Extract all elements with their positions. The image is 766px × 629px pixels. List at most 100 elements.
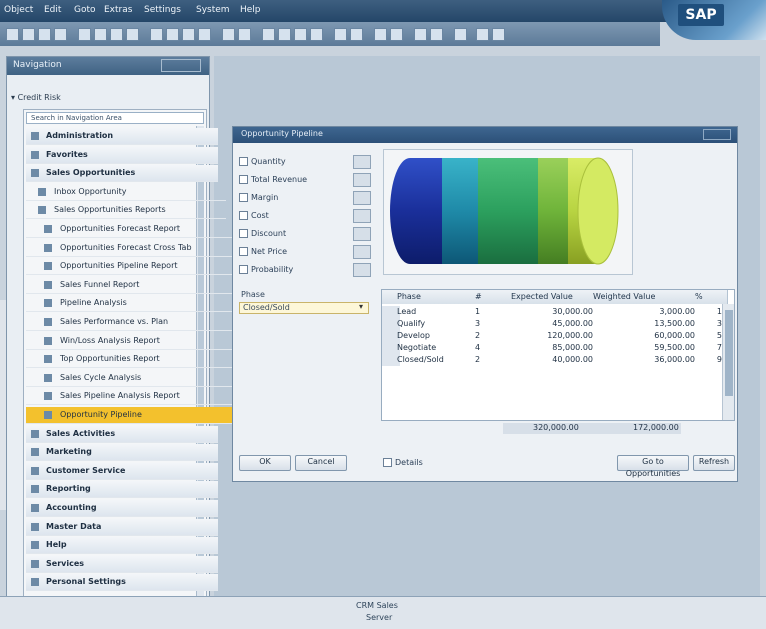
cancel-icon[interactable] <box>78 28 91 41</box>
tree-item[interactable]: Sales Pipeline Analysis Report <box>26 388 232 406</box>
back-icon[interactable] <box>38 28 51 41</box>
move-up-button[interactable] <box>353 191 371 205</box>
checkbox-icon[interactable] <box>239 175 248 184</box>
tree-item[interactable]: Top Opportunities Report <box>26 351 232 369</box>
move-up-button[interactable] <box>353 227 371 241</box>
refresh-icon[interactable] <box>476 28 489 41</box>
customize-icon[interactable] <box>390 28 403 41</box>
tree-item[interactable]: Win/Loss Analysis Report <box>26 333 232 350</box>
option-probability[interactable]: Probability <box>239 265 293 274</box>
menu-system[interactable]: System <box>196 5 230 15</box>
ok-button[interactable]: OK <box>239 455 291 471</box>
tree-item[interactable]: Opportunities Pipeline Report <box>26 258 232 276</box>
menu-settings[interactable]: Settings <box>144 5 181 15</box>
layout-icon[interactable] <box>262 28 275 41</box>
tree-item[interactable]: Opportunities Forecast Report <box>26 221 232 238</box>
option-total-revenue[interactable]: Total Revenue <box>239 175 307 184</box>
tree-item[interactable]: Sales Funnel Report <box>26 277 232 294</box>
column-header[interactable]: Phase <box>394 290 476 304</box>
option-quantity[interactable]: Quantity <box>239 157 286 166</box>
tree-item[interactable]: Pipeline Analysis <box>26 295 232 313</box>
tree-item[interactable]: Personal Settings <box>26 574 218 592</box>
move-up-button[interactable] <box>353 263 371 277</box>
option-net-price[interactable]: Net Price <box>239 247 287 256</box>
go-to-opportunities-button[interactable]: Go to Opportunities <box>617 455 689 478</box>
checkbox-icon[interactable] <box>239 229 248 238</box>
edit-icon[interactable] <box>430 28 443 41</box>
menu-extras[interactable]: Extras <box>104 5 132 15</box>
phase-select[interactable]: Closed/Sold <box>239 302 369 314</box>
shortcut-icon[interactable] <box>238 28 251 41</box>
move-down-button[interactable] <box>353 209 371 223</box>
column-header[interactable]: % <box>692 290 728 304</box>
enter-icon[interactable] <box>6 28 19 41</box>
tree-item[interactable]: Sales Opportunities Reports <box>26 202 226 220</box>
tree-item[interactable]: Sales Performance vs. Plan <box>26 314 232 331</box>
column-header[interactable]: # <box>472 290 512 304</box>
filter-icon[interactable] <box>454 28 467 41</box>
tree-item[interactable]: Help <box>26 537 218 555</box>
scroll-thumb[interactable] <box>725 310 733 396</box>
dialog-close-button[interactable] <box>703 129 731 140</box>
find-icon[interactable] <box>110 28 123 41</box>
export-icon[interactable] <box>310 28 323 41</box>
column-header[interactable]: Weighted Value <box>590 290 696 304</box>
print-icon[interactable] <box>94 28 107 41</box>
first-page-icon[interactable] <box>150 28 163 41</box>
checkbox-icon[interactable] <box>239 157 248 166</box>
checkbox-icon[interactable] <box>239 211 248 220</box>
mail-icon[interactable] <box>414 28 427 41</box>
tree-item[interactable]: Services <box>26 555 218 573</box>
graphic-icon[interactable] <box>294 28 307 41</box>
menu-edit[interactable]: Edit <box>44 5 61 15</box>
option-margin[interactable]: Margin <box>239 193 278 202</box>
cancel-button[interactable]: Cancel <box>295 455 347 471</box>
tree-item-label: Opportunities Forecast Report <box>60 224 181 233</box>
panel-controls[interactable] <box>161 59 201 72</box>
details-checkbox[interactable]: Details <box>383 458 423 467</box>
search-input[interactable]: Search in Navigation Area <box>26 112 204 124</box>
chart-icon[interactable] <box>334 28 347 41</box>
menu-help[interactable]: Help <box>240 5 261 15</box>
previous-page-icon[interactable] <box>166 28 179 41</box>
help-icon[interactable] <box>374 28 387 41</box>
checkbox-icon[interactable] <box>383 458 392 467</box>
tree-item[interactable]: Sales Cycle Analysis <box>26 370 232 387</box>
exit-icon[interactable] <box>54 28 67 41</box>
checkbox-icon[interactable] <box>239 247 248 256</box>
tree-item[interactable]: Sales Opportunities <box>26 165 218 183</box>
tree-item[interactable]: Marketing <box>26 444 218 462</box>
tree-item[interactable]: Sales Activities <box>26 425 218 443</box>
next-page-icon[interactable] <box>182 28 195 41</box>
move-down-button[interactable] <box>353 245 371 259</box>
table-icon[interactable] <box>350 28 363 41</box>
refresh-button[interactable]: Refresh <box>693 455 735 471</box>
menu-goto[interactable]: Goto <box>74 5 96 15</box>
table-scrollbar[interactable] <box>722 304 734 420</box>
tree-item[interactable]: Opportunity Pipeline <box>26 407 232 424</box>
move-down-button[interactable] <box>353 173 371 187</box>
chevron-down-icon[interactable]: ▾ <box>353 302 369 314</box>
move-up-button[interactable] <box>353 155 371 169</box>
create-session-icon[interactable] <box>222 28 235 41</box>
more-icon[interactable] <box>492 28 505 41</box>
tree-root[interactable]: ▾ Credit Risk <box>11 93 61 102</box>
tree-item[interactable]: Reporting <box>26 481 218 499</box>
menu-object[interactable]: Object <box>4 5 33 15</box>
option-discount[interactable]: Discount <box>239 229 286 238</box>
tree-item[interactable]: Customer Service <box>26 462 218 480</box>
tree-item[interactable]: Opportunities Forecast Cross Tab <box>26 240 232 257</box>
last-page-icon[interactable] <box>198 28 211 41</box>
save-icon[interactable] <box>22 28 35 41</box>
column-header[interactable]: Expected Value <box>508 290 594 304</box>
tree-item[interactable]: Administration <box>26 128 218 145</box>
find-next-icon[interactable] <box>126 28 139 41</box>
checkbox-icon[interactable] <box>239 193 248 202</box>
option-cost[interactable]: Cost <box>239 211 269 220</box>
tree-item[interactable]: Inbox Opportunity <box>26 184 226 201</box>
settings-icon[interactable] <box>278 28 291 41</box>
tree-item[interactable]: Accounting <box>26 500 218 517</box>
checkbox-icon[interactable] <box>239 265 248 274</box>
tree-item[interactable]: Favorites <box>26 146 218 164</box>
tree-item[interactable]: Master Data <box>26 518 218 536</box>
